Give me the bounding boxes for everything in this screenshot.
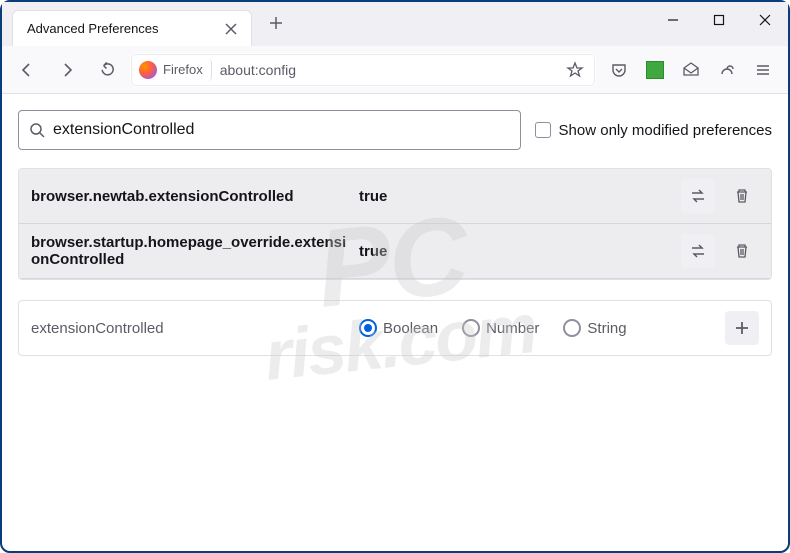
window-controls — [650, 2, 788, 46]
browser-toolbar: Firefox about:config — [2, 46, 788, 94]
page-content: Show only modified preferences browser.n… — [2, 94, 788, 372]
checkbox-label: Show only modified preferences — [559, 122, 772, 139]
new-tab-button[interactable] — [260, 7, 292, 39]
preference-value: true — [359, 243, 673, 260]
forward-button[interactable] — [50, 53, 84, 87]
close-tab-icon[interactable] — [219, 17, 243, 41]
preference-row[interactable]: browser.startup.homepage_override.extens… — [19, 224, 771, 279]
radio-icon — [359, 319, 377, 337]
maximize-button[interactable] — [696, 2, 742, 38]
checkbox-icon — [535, 122, 551, 138]
tab-strip: Advanced Preferences — [12, 2, 292, 46]
site-identity[interactable]: Firefox — [137, 59, 212, 81]
back-button[interactable] — [10, 53, 44, 87]
preference-actions — [681, 179, 759, 213]
search-input[interactable] — [53, 121, 510, 139]
preference-name: browser.startup.homepage_override.extens… — [31, 234, 351, 268]
delete-button[interactable] — [725, 234, 759, 268]
show-modified-checkbox[interactable]: Show only modified preferences — [535, 122, 772, 139]
overflow-icon[interactable] — [710, 53, 744, 87]
radio-boolean[interactable]: Boolean — [359, 319, 438, 337]
add-button[interactable] — [725, 311, 759, 345]
address-bar[interactable]: Firefox about:config — [130, 53, 596, 87]
new-preference-actions — [725, 311, 759, 345]
preference-row[interactable]: browser.newtab.extensionControlled true — [19, 169, 771, 224]
bookmark-star-icon[interactable] — [561, 56, 589, 84]
radio-label: String — [587, 320, 626, 337]
search-row: Show only modified preferences — [18, 110, 772, 150]
pocket-icon[interactable] — [602, 53, 636, 87]
delete-button[interactable] — [725, 179, 759, 213]
titlebar: Advanced Preferences — [2, 2, 788, 46]
new-preference-row: extensionControlled Boolean Number Strin… — [18, 300, 772, 356]
search-box[interactable] — [18, 110, 521, 150]
tab-advanced-preferences[interactable]: Advanced Preferences — [12, 10, 252, 46]
preference-list: browser.newtab.extensionControlled true … — [18, 168, 772, 280]
toggle-button[interactable] — [681, 179, 715, 213]
extension-icon[interactable] — [638, 53, 672, 87]
tab-label: Advanced Preferences — [27, 21, 219, 36]
reload-button[interactable] — [90, 53, 124, 87]
new-preference-name: extensionControlled — [31, 320, 351, 337]
account-icon[interactable] — [674, 53, 708, 87]
radio-icon — [462, 319, 480, 337]
identity-label: Firefox — [163, 62, 203, 77]
preference-value: true — [359, 188, 673, 205]
menu-button[interactable] — [746, 53, 780, 87]
url-text: about:config — [220, 62, 553, 78]
radio-label: Boolean — [383, 320, 438, 337]
minimize-button[interactable] — [650, 2, 696, 38]
close-window-button[interactable] — [742, 2, 788, 38]
firefox-logo-icon — [139, 61, 157, 79]
preference-name: browser.newtab.extensionControlled — [31, 188, 351, 205]
radio-label: Number — [486, 320, 539, 337]
search-icon — [29, 122, 45, 138]
toggle-button[interactable] — [681, 234, 715, 268]
radio-number[interactable]: Number — [462, 319, 539, 337]
toolbar-right — [602, 53, 780, 87]
radio-icon — [563, 319, 581, 337]
type-radio-group: Boolean Number String — [359, 319, 717, 337]
preference-actions — [681, 234, 759, 268]
radio-string[interactable]: String — [563, 319, 626, 337]
